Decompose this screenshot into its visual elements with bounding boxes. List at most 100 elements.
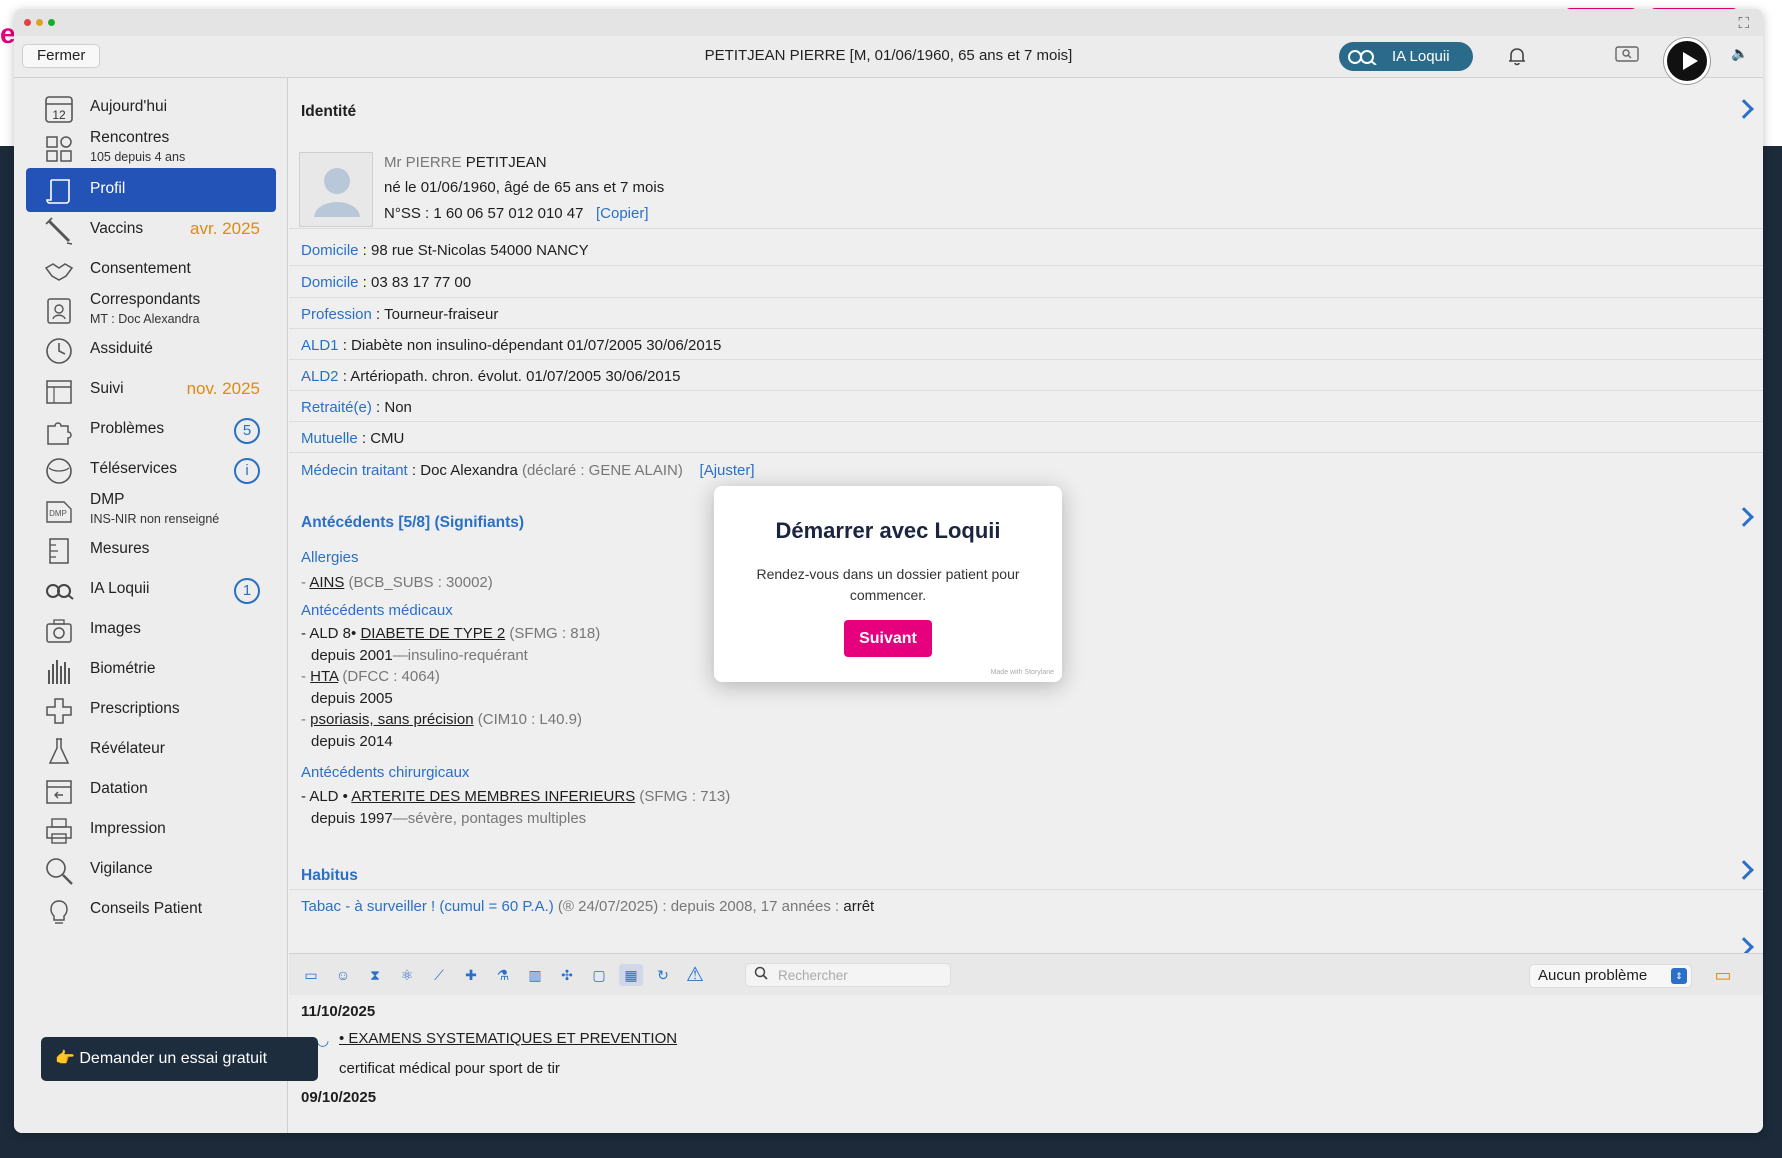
search-input[interactable]: Rechercher	[745, 963, 951, 987]
problem-select[interactable]: Aucun problème ⇕	[1529, 964, 1692, 988]
sidebar-item-biometrics[interactable]: Biométrie	[26, 648, 276, 692]
divider	[289, 889, 1763, 890]
grid-icon[interactable]: ▦	[619, 964, 643, 986]
identity-row: ALD2 : Artériopath. chron. évolut. 01/07…	[301, 368, 681, 385]
allergy-link[interactable]: AINS	[309, 574, 344, 591]
camera-icon	[44, 616, 74, 646]
sidebar-item-measures[interactable]: Mesures	[26, 528, 276, 572]
sidebar-item-label: Correspondants	[90, 291, 201, 308]
warning-icon[interactable]: ⚠	[683, 964, 707, 986]
identity-row: Domicile : 98 rue St-Nicolas 54000 NANCY	[301, 242, 589, 259]
sidebar-item-correspondents[interactable]: Correspondants MT : Doc Alexandra	[26, 288, 276, 332]
sidebar-item-ia-loquii[interactable]: IA Loquii 1	[26, 568, 276, 612]
sidebar-item-label: DMP	[90, 491, 125, 508]
tobacco-link[interactable]: Tabac - à surveiller ! (cumul = 60 P.A.)	[301, 898, 554, 915]
chevron-right-icon[interactable]	[1734, 99, 1754, 119]
sidebar-item-vaccines[interactable]: Vaccins avr. 2025	[26, 208, 276, 252]
sidebar-item-patient-advice[interactable]: Conseils Patient	[26, 888, 276, 932]
row-label[interactable]: ALD1	[301, 337, 339, 354]
bell-icon[interactable]	[1505, 45, 1529, 69]
sidebar-item-problems[interactable]: Problèmes 5	[26, 408, 276, 452]
journal-toolbar: ▭ ☺ ⧗ ⚛ ⟋ ✚ ⚗ ▥ ✣ ▢ ▦ ↻ ⚠ Rechercher Auc…	[289, 953, 1763, 995]
sidebar-item-label: Conseils Patient	[90, 900, 203, 917]
play-button[interactable]	[1664, 38, 1710, 84]
scroll-icon[interactable]: ▭	[299, 964, 323, 986]
globe-icon	[44, 456, 74, 486]
sidebar-item-dating[interactable]: Datation	[26, 768, 276, 812]
row-label[interactable]: Retraité(e)	[301, 399, 372, 416]
copy-nss-link[interactable]: [Copier]	[596, 205, 649, 222]
list-item: - ALD • ARTERITE DES MEMBRES INFERIEURS …	[301, 788, 731, 805]
maximize-window-dot[interactable]	[48, 19, 55, 26]
hourglass-icon[interactable]: ⧗	[363, 964, 387, 986]
sidebar-item-followup[interactable]: Suivi nov. 2025	[26, 368, 276, 412]
identity-row: Domicile : 03 83 17 77 00	[301, 274, 472, 291]
made-with-credit[interactable]: Made with Storylane	[991, 669, 1054, 676]
medical-history-title: Antécédents médicaux	[301, 602, 453, 619]
antecedents-title[interactable]: Antécédents [5/8] (Signifiants)	[301, 514, 524, 532]
sidebar-item-images[interactable]: Images	[26, 608, 276, 652]
open-folder-icon[interactable]: ▭	[1711, 964, 1735, 986]
divider	[289, 297, 1763, 298]
volume-icon[interactable]: 🔈	[1730, 45, 1750, 69]
chevron-right-icon[interactable]	[1734, 860, 1754, 880]
row-label[interactable]: Domicile	[301, 274, 359, 291]
sidebar-item-consent[interactable]: Consentement	[26, 248, 276, 292]
row-label[interactable]: Médecin traitant	[301, 462, 408, 479]
chevron-right-icon[interactable]	[1734, 507, 1754, 527]
sidebar-item-label: Problèmes	[90, 420, 165, 437]
syringe-icon[interactable]: ⟋	[427, 964, 451, 986]
history-link[interactable]: psoriasis, sans précision	[310, 711, 473, 728]
sidebar-item-encounters[interactable]: Rencontres 105 depuis 4 ans	[26, 126, 276, 170]
title-bar: ⛶	[14, 9, 1763, 36]
bars-icon[interactable]: ▥	[523, 964, 547, 986]
fullscreen-icon[interactable]: ⛶	[1738, 15, 1749, 32]
background-logo-fragment: e	[0, 18, 14, 49]
molecule-icon[interactable]: ⚛	[395, 964, 419, 986]
count-badge: 1	[234, 578, 260, 604]
row-label[interactable]: Profession	[301, 306, 372, 323]
sidebar-item-label: Biométrie	[90, 660, 156, 677]
list-item-detail: depuis 2005	[311, 690, 393, 707]
sidebar-item-profile[interactable]: Profil	[26, 168, 276, 212]
adjust-doctor-link[interactable]: [Ajuster]	[700, 462, 755, 479]
medical-cross-icon[interactable]: ✚	[459, 964, 483, 986]
close-window-dot[interactable]	[24, 19, 31, 26]
chevron-right-icon[interactable]	[1734, 937, 1754, 953]
sidebar-item-dmp[interactable]: DMP DMP INS-NIR non renseigné	[26, 488, 276, 532]
habitus-title[interactable]: Habitus	[301, 867, 358, 885]
sidebar-item-revealer[interactable]: Révélateur	[26, 728, 276, 772]
history-link[interactable]: ARTERITE DES MEMBRES INFERIEURS	[351, 788, 635, 805]
minimize-window-dot[interactable]	[36, 19, 43, 26]
sidebar-item-teleservices[interactable]: Téléservices i	[26, 448, 276, 492]
sidebar-item-vigilance[interactable]: Vigilance	[26, 848, 276, 892]
ia-loquii-icon	[44, 576, 74, 606]
ia-loquii-icon	[1348, 50, 1377, 65]
sidebar-item-label: Assiduité	[90, 340, 153, 357]
sidebar-item-sub: MT : Doc Alexandra	[90, 312, 200, 326]
folder-icon[interactable]: ▢	[587, 964, 611, 986]
row-label[interactable]: Mutuelle	[301, 430, 358, 447]
puzzle-icon[interactable]: ✣	[555, 964, 579, 986]
sidebar-item-print[interactable]: Impression	[26, 808, 276, 852]
sidebar-item-today[interactable]: 12 Aujourd'hui	[26, 86, 276, 130]
sidebar-item-attendance[interactable]: Assiduité	[26, 328, 276, 372]
sidebar-item-prescriptions[interactable]: Prescriptions	[26, 688, 276, 732]
smiley-icon[interactable]: ☺	[331, 964, 355, 986]
flask-icon[interactable]: ⚗	[491, 964, 515, 986]
sidebar-item-label: Vaccins	[90, 220, 144, 237]
history-link[interactable]: DIABETE DE TYPE 2	[360, 625, 505, 642]
refresh-icon[interactable]: ↻	[651, 964, 675, 986]
shapes-icon	[44, 134, 74, 164]
journal-entry[interactable]: • EXAMENS SYSTEMATIQUES ET PREVENTION	[339, 1030, 677, 1047]
next-button[interactable]: Suivant	[844, 620, 932, 657]
onboarding-modal: Démarrer avec Loquii Rendez-vous dans un…	[714, 486, 1062, 682]
search-view-icon[interactable]	[1614, 45, 1640, 69]
row-label[interactable]: ALD2	[301, 368, 339, 385]
ia-loquii-button[interactable]: IA Loquii	[1339, 42, 1473, 71]
free-trial-button[interactable]: 👉 Demander un essai gratuit	[41, 1037, 318, 1081]
sidebar-item-sub: 105 depuis 4 ans	[90, 150, 186, 164]
list-item-detail: depuis 2014	[311, 733, 393, 750]
history-link[interactable]: HTA	[310, 668, 338, 685]
row-label[interactable]: Domicile	[301, 242, 359, 259]
